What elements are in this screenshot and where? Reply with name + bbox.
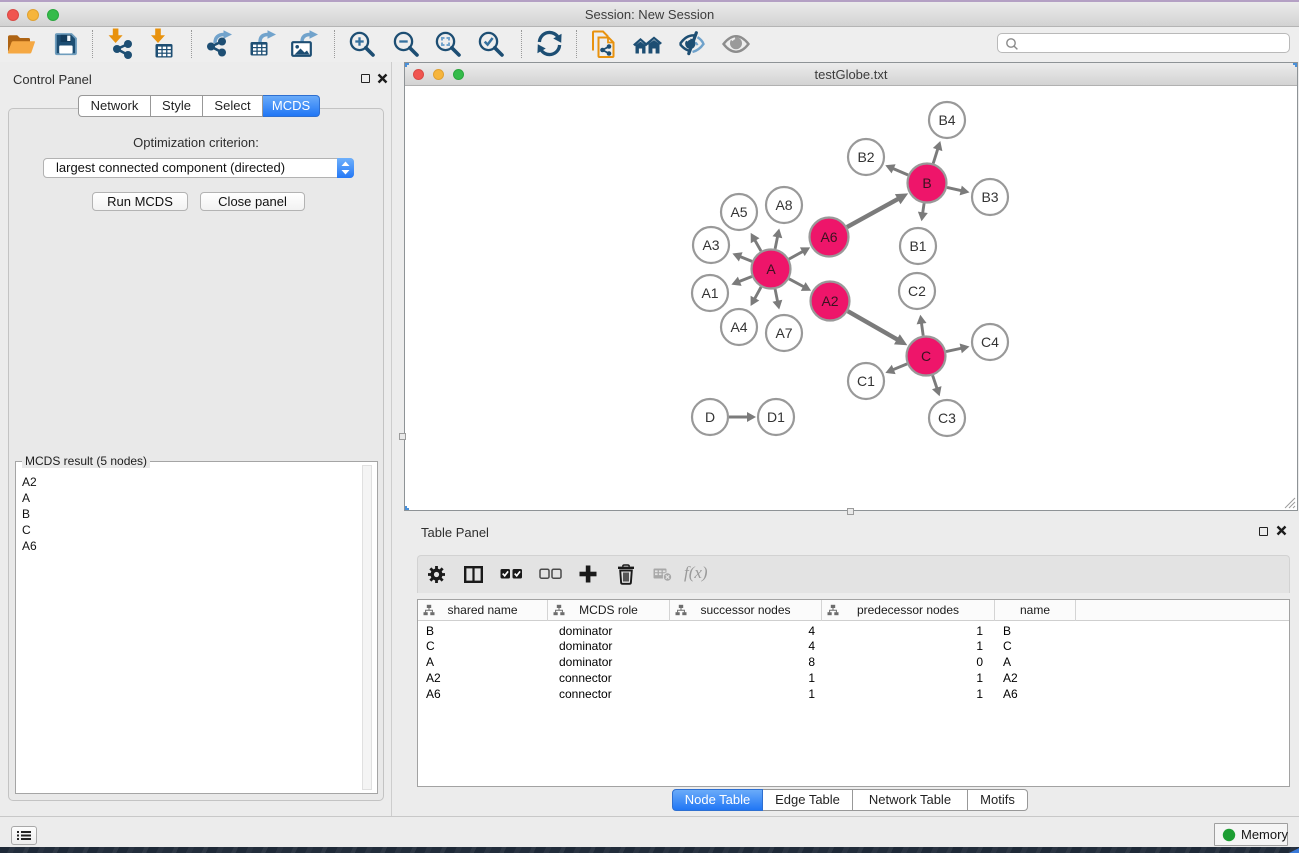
svg-text:A4: A4 [730, 319, 747, 335]
svg-text:A2: A2 [821, 293, 838, 309]
svg-text:A: A [766, 261, 776, 277]
svg-text:D: D [705, 409, 715, 425]
svg-text:D1: D1 [767, 409, 785, 425]
svg-text:B1: B1 [909, 238, 926, 254]
svg-text:A5: A5 [730, 204, 747, 220]
svg-text:C3: C3 [938, 410, 956, 426]
svg-text:C: C [921, 348, 931, 364]
svg-text:B: B [922, 175, 931, 191]
svg-text:A3: A3 [702, 237, 719, 253]
svg-text:C1: C1 [857, 373, 875, 389]
svg-text:B4: B4 [938, 112, 955, 128]
svg-text:A8: A8 [775, 197, 792, 213]
svg-text:A6: A6 [820, 229, 837, 245]
svg-text:A7: A7 [775, 325, 792, 341]
svg-text:B3: B3 [981, 189, 998, 205]
svg-text:A1: A1 [701, 285, 718, 301]
svg-text:B2: B2 [857, 149, 874, 165]
svg-text:C4: C4 [981, 334, 999, 350]
svg-text:C2: C2 [908, 283, 926, 299]
